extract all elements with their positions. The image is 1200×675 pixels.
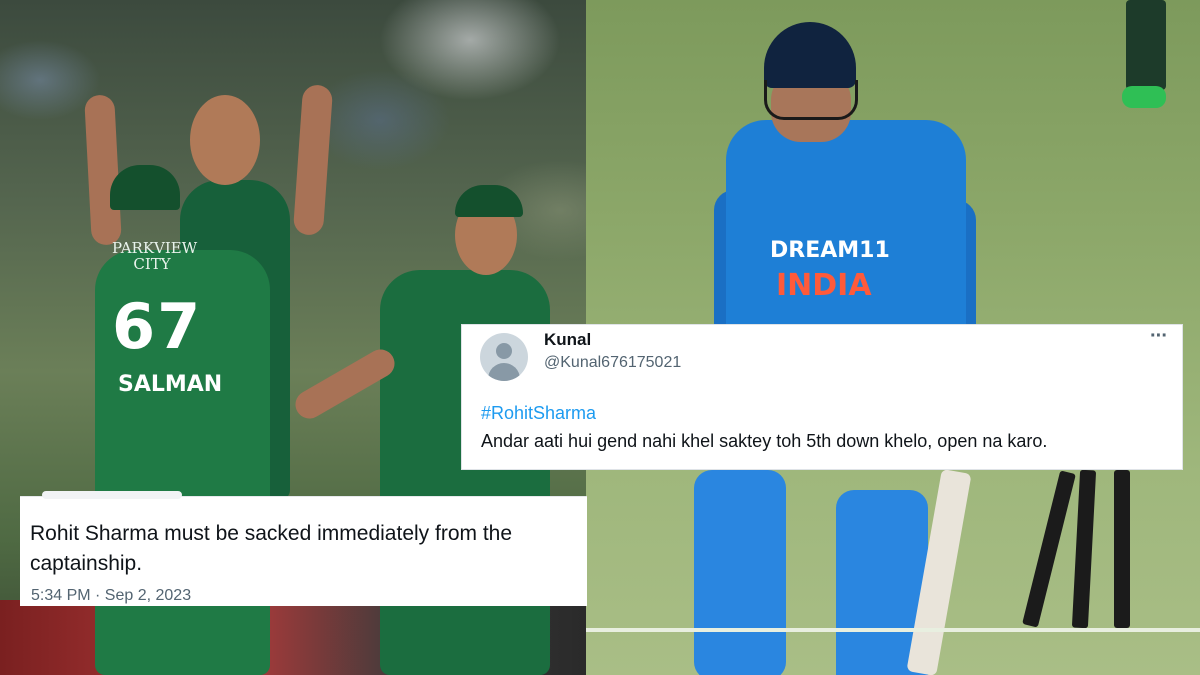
batting-pad	[694, 470, 786, 675]
player-head	[190, 95, 260, 185]
jersey-name: SALMAN	[118, 372, 223, 397]
crease-line	[586, 628, 1200, 632]
tweet-card[interactable]: Kunal @Kunal676175021 ··· #RohitSharma A…	[461, 324, 1183, 470]
stump	[1071, 469, 1097, 629]
player-cap	[110, 165, 180, 210]
fielder-shoe	[1122, 86, 1166, 108]
batter-jersey	[726, 120, 966, 350]
helmet-grill	[764, 80, 858, 120]
batter-helmet	[764, 22, 856, 88]
fielder-leg	[1126, 0, 1166, 90]
default-avatar-icon[interactable]	[480, 333, 528, 381]
tweet-text: Rohit Sharma must be sacked immediately …	[30, 522, 513, 575]
jersey-country: INDIA	[776, 268, 872, 303]
hashtag-link[interactable]: #RohitSharma	[481, 403, 596, 424]
tweet-timestamp[interactable]: 5:34 PM · Sep 2, 2023	[31, 587, 191, 605]
tweet-author-handle[interactable]: @Kunal676175021	[544, 354, 681, 372]
jersey-sponsor: DREAM11	[770, 238, 890, 263]
tweet-text: Andar aati hui gend nahi khel saktey toh…	[481, 431, 1048, 451]
jersey-number: 67	[112, 290, 203, 363]
tweet-author-name[interactable]: Kunal	[544, 330, 591, 350]
stump	[1022, 470, 1076, 628]
more-options-icon[interactable]: ···	[1150, 325, 1168, 348]
stump	[1114, 470, 1130, 628]
tweet-snippet[interactable]: Rohit Sharma must be sacked immediately …	[20, 491, 587, 606]
jersey-sponsor: PARKVIEW CITY	[112, 239, 198, 273]
cropped-header	[42, 491, 182, 499]
